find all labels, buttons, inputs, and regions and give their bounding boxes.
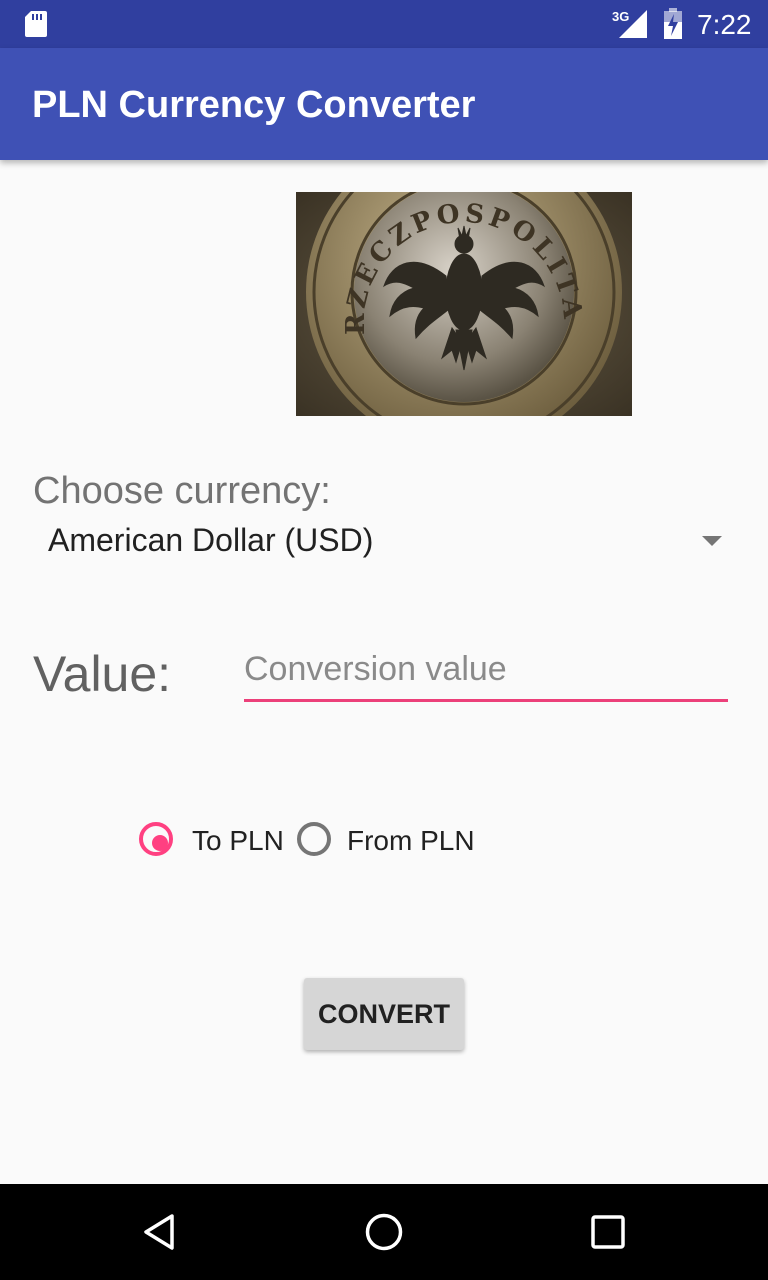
recents-icon[interactable] bbox=[588, 1212, 628, 1252]
from-pln-radio[interactable]: From PLN bbox=[297, 822, 477, 862]
value-label: Value: bbox=[33, 646, 172, 702]
battery-charging-icon bbox=[664, 8, 682, 39]
radio-unchecked-icon bbox=[297, 822, 331, 856]
currency-dropdown[interactable]: American Dollar (USD) bbox=[32, 512, 736, 572]
selected-currency: American Dollar (USD) bbox=[48, 522, 374, 558]
back-icon[interactable] bbox=[140, 1212, 180, 1252]
sd-card-icon bbox=[25, 11, 47, 37]
navigation-bar bbox=[0, 1184, 768, 1280]
to-pln-radio[interactable]: To PLN bbox=[139, 822, 289, 862]
status-bar: 3G 7:22 bbox=[0, 0, 768, 48]
clock: 7:22 bbox=[697, 9, 752, 40]
app-bar: PLN Currency Converter bbox=[0, 48, 768, 160]
to-pln-label: To PLN bbox=[192, 825, 284, 856]
app-title: PLN Currency Converter bbox=[32, 84, 476, 126]
signal-icon bbox=[619, 10, 647, 38]
conversion-value-input[interactable] bbox=[244, 640, 728, 702]
choose-currency-label: Choose currency: bbox=[33, 470, 331, 512]
dropdown-arrow-icon bbox=[702, 536, 722, 546]
radio-checked-icon bbox=[139, 822, 173, 856]
convert-button[interactable]: CONVERT bbox=[304, 978, 464, 1050]
home-icon[interactable] bbox=[364, 1212, 404, 1252]
coin-image: RZECZPOSPOLITA POLSKA bbox=[296, 192, 632, 416]
from-pln-label: From PLN bbox=[347, 825, 475, 856]
